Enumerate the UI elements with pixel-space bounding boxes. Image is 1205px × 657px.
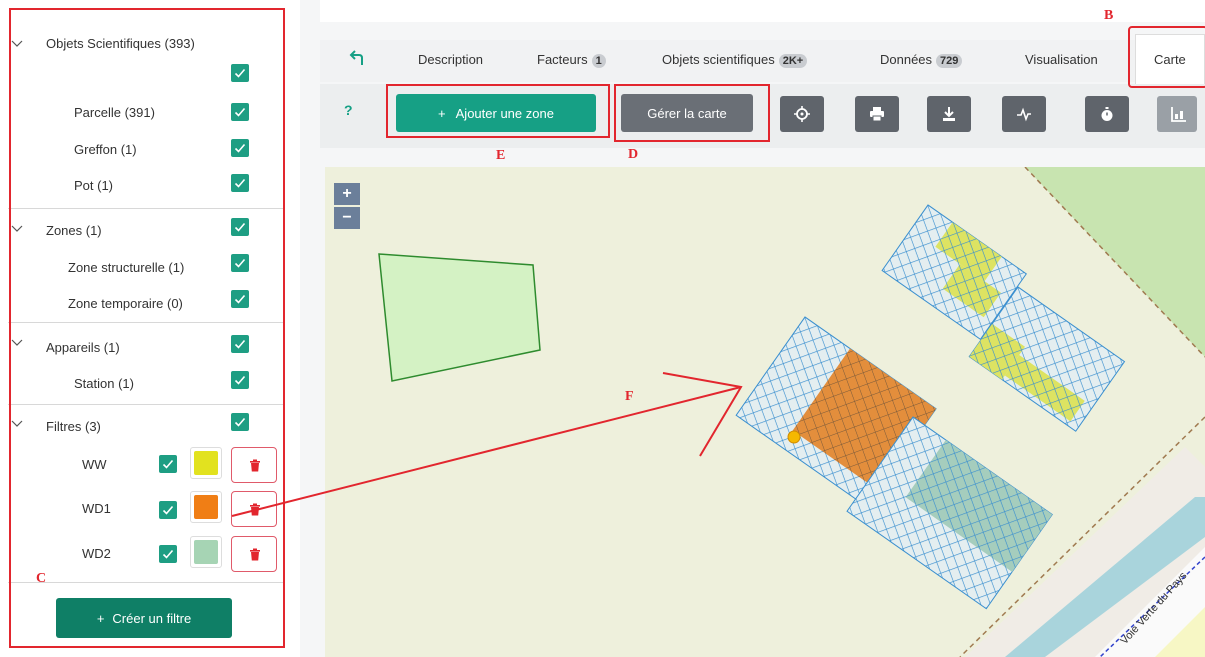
tab-description[interactable]: Description xyxy=(418,52,483,67)
tab-donnees[interactable]: Données 729 xyxy=(880,52,963,68)
locate-button[interactable] xyxy=(780,96,824,132)
graph-button[interactable] xyxy=(1002,96,1046,132)
annotation-box-b xyxy=(1128,26,1205,88)
tab-objets-scientifiques[interactable]: Objets scientifiques 2K+ xyxy=(662,52,808,68)
annotation-letter-b: B xyxy=(1104,8,1114,23)
printer-icon xyxy=(870,107,884,122)
app-root: Objets Scientifiques (393) Parcelle (391… xyxy=(0,0,1205,657)
print-button[interactable] xyxy=(855,96,899,132)
annotation-box-e xyxy=(386,84,610,138)
annotation-box-d xyxy=(614,84,770,142)
zoom-in-button[interactable]: + xyxy=(334,183,360,205)
tab-label: Visualisation xyxy=(1025,52,1098,67)
annotation-letter-e: E xyxy=(496,148,506,163)
pulse-icon xyxy=(1017,107,1031,122)
tab-label: Description xyxy=(418,52,484,67)
station-marker[interactable] xyxy=(787,430,801,444)
annotation-letter-f: F xyxy=(625,389,634,404)
count-badge: 729 xyxy=(936,54,963,68)
count-badge: 2K+ xyxy=(778,54,808,68)
back-arrow-icon[interactable] xyxy=(348,50,368,68)
tab-facteurs[interactable]: Facteurs 1 xyxy=(537,52,606,68)
tab-label: Objets scientifiques xyxy=(662,52,775,67)
stopwatch-icon xyxy=(1101,107,1113,121)
help-icon[interactable]: ? xyxy=(344,102,353,118)
count-badge: 1 xyxy=(591,54,606,68)
tab-label: Données xyxy=(880,52,933,67)
download-button[interactable] xyxy=(927,96,971,132)
tab-visualisation[interactable]: Visualisation xyxy=(1025,52,1098,67)
annotation-box-c xyxy=(9,8,285,648)
tab-label: Facteurs xyxy=(537,52,588,67)
map-view[interactable]: Voie Verte du Pays xyxy=(325,167,1205,657)
timer-button[interactable] xyxy=(1085,96,1129,132)
map-canvas: Voie Verte du Pays xyxy=(325,167,1205,657)
zoom-out-button[interactable]: − xyxy=(334,207,360,229)
bar-chart-icon xyxy=(1171,107,1186,122)
chart-button[interactable] xyxy=(1157,96,1197,132)
download-icon xyxy=(943,107,955,121)
crosshair-icon xyxy=(794,106,810,122)
top-strip xyxy=(320,0,1205,22)
annotation-letter-c: C xyxy=(36,571,47,586)
annotation-letter-d: D xyxy=(628,147,639,162)
